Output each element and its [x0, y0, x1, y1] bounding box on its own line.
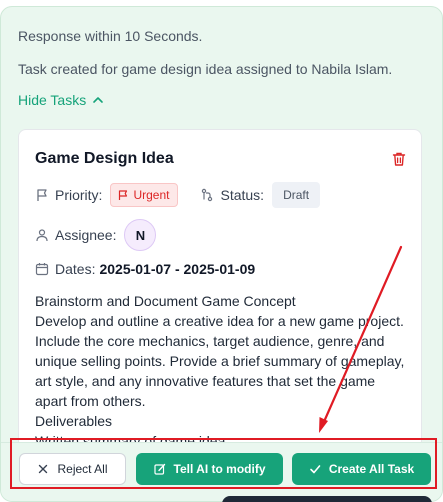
- description-line: Brainstorm and Document Game Concept: [35, 293, 296, 309]
- chat-response-panel: Response within 10 Seconds. Task created…: [0, 6, 443, 502]
- task-title: Game Design Idea: [35, 150, 174, 167]
- status-label: Status:: [220, 187, 265, 203]
- task-created-message: Task created for game design idea assign…: [18, 61, 393, 77]
- avatar[interactable]: N: [124, 219, 157, 251]
- hide-tasks-label: Hide Tasks: [18, 92, 87, 108]
- create-all-task-button[interactable]: Create All Task: [292, 453, 431, 485]
- edit-icon: [153, 463, 165, 475]
- assignee-label: Assignee:: [55, 227, 117, 243]
- check-icon: [310, 465, 321, 474]
- flag-icon: [119, 190, 128, 200]
- chevron-up-icon: [93, 97, 104, 103]
- priority-value: Urgent: [133, 188, 170, 202]
- priority-label: Priority:: [55, 187, 103, 203]
- create-all-task-label: Create All Task: [328, 462, 415, 476]
- task-description: Brainstorm and Document Game Concept Dev…: [35, 291, 405, 448]
- status-badge[interactable]: Draft: [272, 182, 321, 208]
- dates-label: Dates:: [55, 261, 96, 277]
- assignee-row: Assignee: N: [35, 219, 157, 251]
- git-branch-icon: [202, 188, 213, 202]
- reject-all-label: Reject All: [57, 462, 108, 476]
- bottom-dark-bar: [222, 496, 432, 502]
- dates-value: 2025-01-07 - 2025-01-09: [99, 261, 256, 277]
- trash-icon[interactable]: [391, 151, 407, 167]
- reject-all-button[interactable]: Reject All: [19, 453, 126, 485]
- priority-row: Priority: Urgent Status: Draft: [35, 181, 321, 209]
- hide-tasks-toggle[interactable]: Hide Tasks: [18, 92, 104, 108]
- description-line: Develop and outline a creative idea for …: [35, 313, 405, 409]
- dates-row: Dates: 2025-01-07 - 2025-01-09: [35, 258, 255, 280]
- task-card: Game Design Idea Priority: Urgent Status…: [18, 129, 422, 449]
- flag-icon: [37, 189, 47, 201]
- calendar-icon: [35, 263, 49, 276]
- description-line: Deliverables: [35, 413, 113, 429]
- tell-ai-to-modify-button[interactable]: Tell AI to modify: [136, 453, 283, 485]
- close-icon: [39, 464, 48, 474]
- priority-badge[interactable]: Urgent: [110, 183, 179, 207]
- user-icon: [36, 229, 48, 242]
- response-time-text: Response within 10 Seconds.: [18, 28, 203, 44]
- tell-ai-to-modify-label: Tell AI to modify: [173, 462, 266, 476]
- status-group: Status: Draft: [200, 182, 321, 208]
